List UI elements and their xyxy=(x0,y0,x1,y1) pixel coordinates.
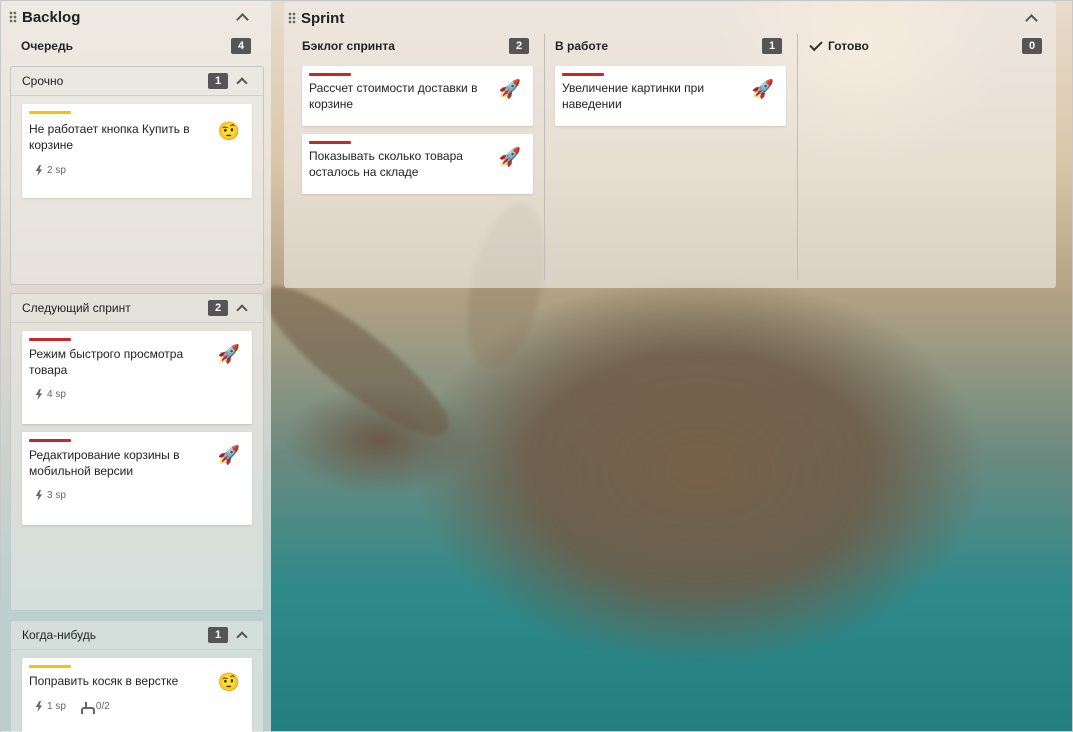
chevron-up-icon[interactable] xyxy=(236,304,248,316)
task-card[interactable]: Рассчет стоимости доставки в корзине 🚀 xyxy=(302,66,533,126)
group-label: Следующий спринт xyxy=(22,301,131,315)
lightning-icon xyxy=(35,165,43,176)
subtasks-value: 0/2 xyxy=(95,701,110,712)
chevron-up-icon[interactable] xyxy=(236,631,248,643)
group-next-sprint: Следующий спринт 2 Режим быстрого просмо… xyxy=(10,293,264,611)
column-in-progress: В работе 1 Увеличение картинки при навед… xyxy=(537,34,790,280)
column-count-badge: 2 xyxy=(509,38,529,54)
points-value: 2 sp xyxy=(47,165,66,176)
column-label-wrap: Готово xyxy=(809,37,1022,53)
group-count-badge: 2 xyxy=(208,300,228,316)
group-label: Срочно xyxy=(22,74,64,88)
priority-stripe xyxy=(29,665,71,668)
column-count-badge: 0 xyxy=(1022,38,1042,54)
drag-handle-icon[interactable] xyxy=(288,12,296,24)
card-title: Не работает кнопка Купить в корзине xyxy=(29,122,190,152)
rocket-emoji-icon: 🚀 xyxy=(751,79,774,99)
check-icon xyxy=(809,37,823,52)
chevron-up-icon[interactable] xyxy=(1025,13,1038,27)
sprint-title: Sprint xyxy=(301,9,345,27)
column-label: Бэклог спринта xyxy=(302,39,395,53)
group-urgent: Срочно 1 Не работает кнопка Купить в кор… xyxy=(10,66,264,285)
queue-row: Очередь 4 xyxy=(1,33,271,59)
card-points: 3 sp xyxy=(35,490,66,501)
queue-label: Очередь xyxy=(21,39,73,53)
task-card[interactable]: Редактирование корзины в мобильной верси… xyxy=(22,432,252,525)
column-header: В работе 1 xyxy=(537,34,790,58)
points-value: 1 sp xyxy=(47,701,66,712)
task-card[interactable]: Показывать сколько товара осталось на ск… xyxy=(302,134,533,194)
priority-stripe xyxy=(29,439,71,442)
column-header: Бэклог спринта 2 xyxy=(284,34,537,58)
card-title: Редактирование корзины в мобильной верси… xyxy=(29,448,180,478)
drag-handle-icon[interactable] xyxy=(9,11,17,23)
chevron-up-icon[interactable] xyxy=(236,12,249,26)
card-title: Показывать сколько товара осталось на ск… xyxy=(309,149,463,179)
group-header[interactable]: Когда-нибудь 1 xyxy=(11,621,263,650)
group-header[interactable]: Срочно 1 xyxy=(11,67,263,96)
backlog-panel: Backlog Очередь 4 Срочно 1 Не работает к… xyxy=(1,1,271,732)
sprint-panel: Sprint Бэклог спринта 2 Рассчет стоимост… xyxy=(284,2,1056,288)
group-label: Когда-нибудь xyxy=(22,628,96,642)
raised-eyebrow-emoji-icon: 🤨 xyxy=(217,672,240,692)
rocket-emoji-icon: 🚀 xyxy=(498,147,521,167)
sprint-header: Sprint xyxy=(284,2,1056,34)
branch-icon xyxy=(80,701,95,714)
points-value: 4 sp xyxy=(47,389,66,400)
card-title: Поправить косяк в верстке xyxy=(29,674,179,688)
task-card[interactable]: Не работает кнопка Купить в корзине 🤨 2 … xyxy=(22,104,252,198)
card-title: Увеличение картинки при наведении xyxy=(562,81,705,111)
group-count-badge: 1 xyxy=(208,73,228,89)
task-card[interactable]: Режим быстрого просмотра товара 🚀 4 sp xyxy=(22,331,252,424)
column-label: Готово xyxy=(828,39,869,53)
priority-stripe xyxy=(562,73,604,76)
priority-stripe xyxy=(309,73,351,76)
backlog-title: Backlog xyxy=(22,8,81,26)
column-done: Готово 0 xyxy=(792,34,1050,280)
card-title: Режим быстрого просмотра товара xyxy=(29,347,184,377)
rocket-emoji-icon: 🚀 xyxy=(498,79,521,99)
lightning-icon xyxy=(35,389,43,400)
card-title: Рассчет стоимости доставки в корзине xyxy=(309,81,478,111)
card-points: 2 sp xyxy=(35,165,66,176)
points-value: 3 sp xyxy=(47,490,66,501)
rocket-emoji-icon: 🚀 xyxy=(217,344,240,364)
group-someday: Когда-нибудь 1 Поправить косяк в верстке… xyxy=(10,620,264,732)
priority-stripe xyxy=(29,111,71,114)
lightning-icon xyxy=(35,490,43,501)
chevron-up-icon[interactable] xyxy=(236,77,248,89)
priority-stripe xyxy=(309,141,351,144)
priority-stripe xyxy=(29,338,71,341)
card-points: 1 sp 0/2 xyxy=(35,701,110,714)
group-header[interactable]: Следующий спринт 2 xyxy=(11,294,263,323)
raised-eyebrow-emoji-icon: 🤨 xyxy=(217,121,240,141)
column-sprint-backlog: Бэклог спринта 2 Рассчет стоимости доста… xyxy=(284,34,537,280)
card-points: 4 sp xyxy=(35,389,66,400)
task-card[interactable]: Увеличение картинки при наведении 🚀 xyxy=(555,66,786,126)
task-card[interactable]: Поправить косяк в верстке 🤨 1 sp 0/2 xyxy=(22,658,252,732)
column-label: В работе xyxy=(555,39,608,53)
queue-count-badge: 4 xyxy=(231,38,251,54)
group-count-badge: 1 xyxy=(208,627,228,643)
lightning-icon xyxy=(35,701,43,712)
rocket-emoji-icon: 🚀 xyxy=(217,445,240,465)
column-header: Готово 0 xyxy=(792,34,1050,58)
background-turtle-flipper xyxy=(246,266,466,456)
column-count-badge: 1 xyxy=(762,38,782,54)
backlog-header: Backlog xyxy=(1,1,271,33)
